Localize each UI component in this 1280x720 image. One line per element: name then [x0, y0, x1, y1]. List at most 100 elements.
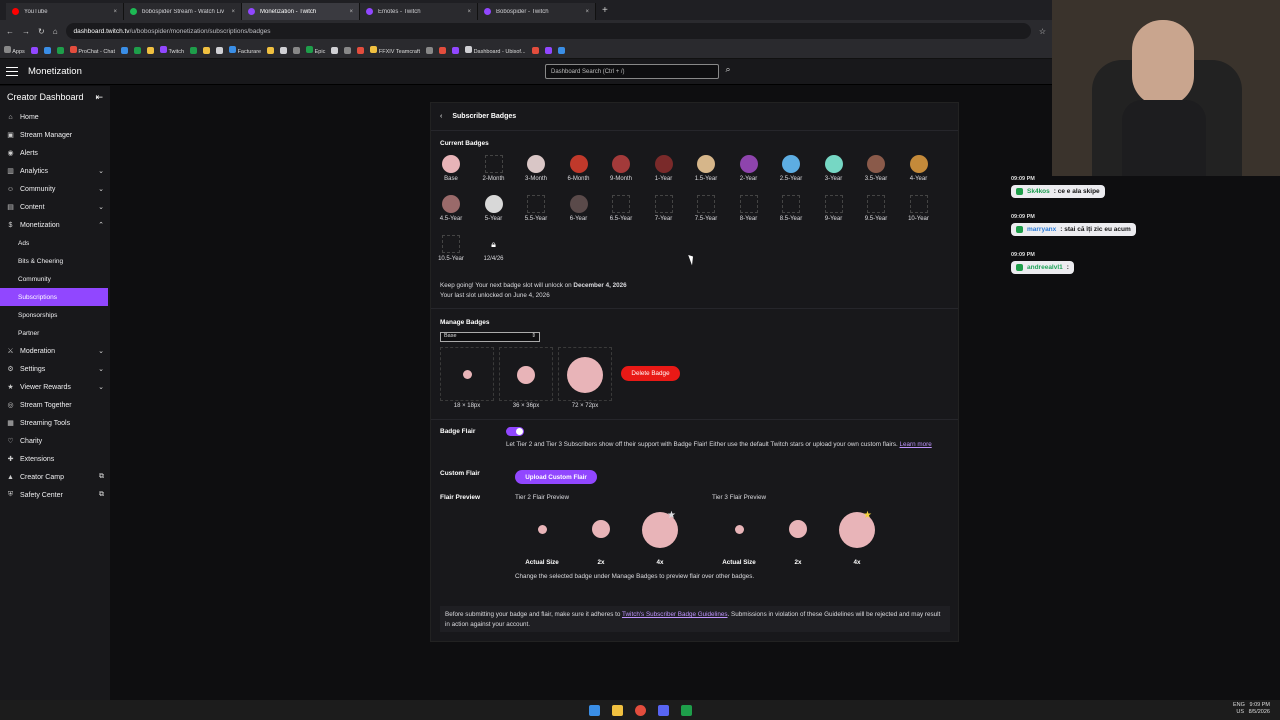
bookmark-item[interactable]: Dashboard - Ubisof...: [465, 45, 526, 55]
chrome-icon[interactable]: [634, 704, 646, 716]
sidebar-item-settings[interactable]: ⚙ Settings ⌄: [0, 360, 110, 378]
url-field[interactable]: dashboard.twitch.tv/u/bobospider/monetiz…: [65, 23, 1031, 39]
sidebar-item-community[interactable]: ☺ Community ⌄: [0, 180, 110, 198]
badge-slot[interactable]: 8-Year: [729, 195, 769, 222]
close-tab-icon[interactable]: ×: [231, 9, 235, 15]
badge-18-preview[interactable]: [440, 347, 494, 401]
discord-icon[interactable]: [657, 704, 669, 716]
bookmark-icon[interactable]: [43, 46, 51, 54]
badge-slot[interactable]: 4-Year: [899, 155, 939, 182]
sidebar-item-alerts[interactable]: ◉ Alerts: [0, 144, 110, 162]
bookmark-item[interactable]: FFXIV Teamcraft: [370, 45, 420, 55]
sidebar-item-monetization[interactable]: $ Monetization ⌃: [0, 216, 110, 234]
badge-slot[interactable]: 2-Month: [474, 155, 514, 182]
sidebar-item-creator-camp[interactable]: ▲ Creator Camp ⧉: [0, 468, 110, 486]
browser-tab[interactable]: bobospider Stream - Watch Liv ×: [124, 3, 242, 20]
badge-slot[interactable]: 2.5-Year: [771, 155, 811, 182]
bookmark-icon[interactable]: [267, 46, 275, 54]
bookmark-icon[interactable]: [344, 46, 352, 54]
bookmark-icon[interactable]: [203, 46, 211, 54]
badge-slot[interactable]: 4.5-Year: [431, 195, 471, 222]
badge-slot[interactable]: 9-Year: [814, 195, 854, 222]
badge-slot[interactable]: 6-Month: [559, 155, 599, 182]
sidebar-item-streaming-tools[interactable]: ▦ Streaming Tools: [0, 414, 110, 432]
sidebar-item-extensions[interactable]: ✚ Extensions: [0, 450, 110, 468]
badge-slot[interactable]: 2-Year: [729, 155, 769, 182]
bookmark-icon[interactable]: [439, 46, 447, 54]
badge-slot[interactable]: 1-Year: [644, 155, 684, 182]
badge-slot[interactable]: 10.5-Year: [431, 235, 471, 262]
new-tab-icon[interactable]: +: [602, 5, 608, 16]
dashboard-search-input[interactable]: Dashboard Search (Ctrl + /): [545, 64, 719, 79]
sidebar-item-home[interactable]: ⌂ Home: [0, 108, 110, 126]
bookmark-icon[interactable]: [134, 46, 141, 54]
bookmark-icon[interactable]: [357, 46, 365, 54]
sidebar-subitem-subscriptions[interactable]: Subscriptions: [0, 288, 108, 306]
bookmark-icon[interactable]: [531, 46, 539, 54]
browser-tab[interactable]: YouTube ×: [6, 3, 124, 20]
back-arrow-icon[interactable]: ‹: [440, 113, 442, 120]
close-tab-icon[interactable]: ×: [113, 9, 117, 15]
badge-slot[interactable]: 3-Year: [814, 155, 854, 182]
sidebar-item-analytics[interactable]: ▥ Analytics ⌄: [0, 162, 110, 180]
bookmark-item[interactable]: Twitch: [160, 45, 184, 55]
bookmark-icon[interactable]: [216, 46, 224, 54]
start-icon[interactable]: [588, 704, 600, 716]
guidelines-link[interactable]: Twitch's Subscriber Badge Guidelines: [622, 611, 728, 618]
xbox-icon[interactable]: [680, 704, 692, 716]
search-icon[interactable]: ⌕: [722, 64, 734, 79]
sidebar-subitem-sponsorships[interactable]: Sponsorships: [0, 306, 110, 324]
bookmark-icon[interactable]: [426, 46, 434, 54]
sidebar-item-moderation[interactable]: ⚔ Moderation ⌄: [0, 342, 110, 360]
home-nav-icon[interactable]: ⌂: [53, 27, 58, 36]
badge-slot[interactable]: 10-Year: [899, 195, 939, 222]
collapse-sidebar-icon[interactable]: ⇤: [95, 92, 103, 103]
bookmark-icon[interactable]: [331, 46, 339, 54]
bookmark-item[interactable]: Facturare: [229, 45, 261, 55]
forward-icon[interactable]: →: [22, 27, 30, 36]
badge-slot[interactable]: 7-Year: [644, 195, 684, 222]
badge-slot[interactable]: 9.5-Year: [856, 195, 896, 222]
back-icon[interactable]: ←: [6, 27, 14, 36]
sidebar-item-content[interactable]: ▤ Content ⌄: [0, 198, 110, 216]
sidebar-subitem-ads[interactable]: Ads: [0, 234, 110, 252]
badge-slot[interactable]: 5.5-Year: [516, 195, 556, 222]
badge-select[interactable]: Base ⇕: [440, 332, 540, 342]
sidebar-item-safety-center[interactable]: ⛨ Safety Center ⧉: [0, 486, 110, 504]
bookmark-icon[interactable]: [544, 46, 552, 54]
badge-72-preview[interactable]: [558, 347, 612, 401]
bookmark-icon[interactable]: [147, 46, 154, 54]
close-tab-icon[interactable]: ×: [585, 9, 589, 15]
sidebar-item-stream-manager[interactable]: ▣ Stream Manager: [0, 126, 110, 144]
bookmark-icon[interactable]: [280, 46, 288, 54]
sidebar-subitem-partner[interactable]: Partner: [0, 324, 110, 342]
bookmark-icon[interactable]: [557, 46, 565, 54]
bookmark-star-icon[interactable]: ☆: [1039, 27, 1046, 36]
sidebar-item-stream-together[interactable]: ◎ Stream Together: [0, 396, 110, 414]
delete-badge-button[interactable]: Delete Badge: [621, 366, 680, 381]
bookmark-item[interactable]: Epic: [306, 45, 325, 55]
bookmark-item[interactable]: Apps: [4, 45, 25, 55]
browser-tab[interactable]: Emotes - Twitch ×: [360, 3, 478, 20]
sidebar-subitem-community[interactable]: Community: [0, 270, 110, 288]
badge-slot[interactable]: 3.5-Year: [856, 155, 896, 182]
badge-slot[interactable]: 6.5-Year: [601, 195, 641, 222]
badge-flair-toggle[interactable]: [506, 427, 524, 436]
bookmark-icon[interactable]: [30, 46, 38, 54]
sidebar-item-charity[interactable]: ♡ Charity: [0, 432, 110, 450]
sidebar-subitem-bits-cheering[interactable]: Bits & Cheering: [0, 252, 110, 270]
bookmark-icon[interactable]: [452, 46, 460, 54]
badge-slot[interactable]: Base: [431, 155, 471, 182]
badge-slot[interactable]: 3-Month: [516, 155, 556, 182]
badge-slot[interactable]: 7.5-Year: [686, 195, 726, 222]
badge-slot[interactable]: 8.5-Year: [771, 195, 811, 222]
browser-tab[interactable]: Monetization - Twitch ×: [242, 3, 360, 20]
close-tab-icon[interactable]: ×: [349, 9, 353, 15]
file-explorer-icon[interactable]: [611, 704, 623, 716]
bookmark-icon[interactable]: [293, 46, 301, 54]
bookmark-icon[interactable]: [121, 46, 128, 54]
badge-slot[interactable]: 6-Year: [559, 195, 599, 222]
badge-slot[interactable]: 5-Year: [474, 195, 514, 222]
menu-icon[interactable]: [6, 67, 18, 76]
badge-slot[interactable]: 9-Month: [601, 155, 641, 182]
